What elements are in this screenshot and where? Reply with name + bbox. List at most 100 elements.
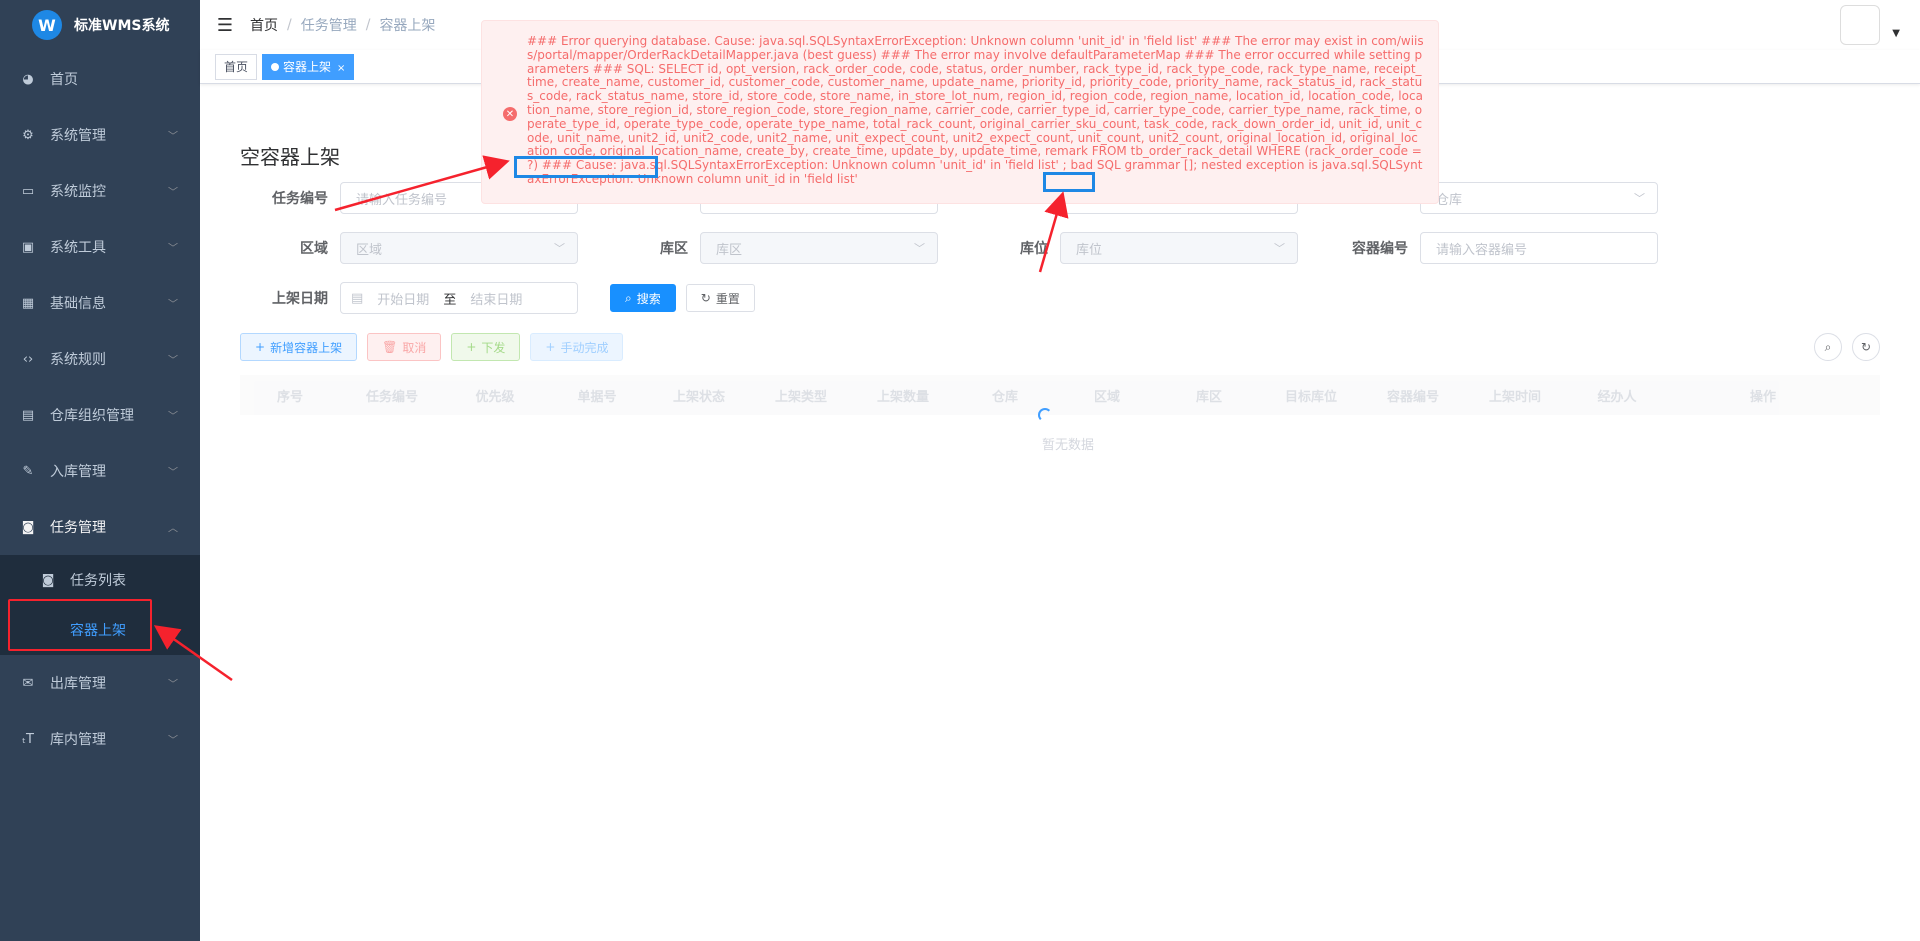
breadcrumb-item: 任务管理 xyxy=(300,18,357,34)
error-column-name: unit_id xyxy=(745,171,786,186)
date-range-picker[interactable]: ▤ 开始日期 至 结束日期 xyxy=(340,282,578,314)
chevron-down-icon: ﹀ xyxy=(168,467,178,479)
sidebar-item-label: 系统规则 xyxy=(50,352,106,368)
task-no-label: 任务编号 xyxy=(272,191,328,207)
manual-complete-button-label: 手动完成 xyxy=(560,340,609,355)
close-icon[interactable]: × xyxy=(337,63,345,74)
tab-home[interactable]: 首页 xyxy=(215,53,258,80)
column-header: 单据号 xyxy=(577,389,617,405)
sidebar-item-system-rules[interactable]: ‹› 系统规则 ﹀ xyxy=(0,331,200,387)
sidebar-item-label: 出库管理 xyxy=(50,676,106,692)
cancel-button-label: 取消 xyxy=(402,340,427,355)
warehouse-select[interactable]: 仓库 ﹀ xyxy=(1420,182,1658,214)
toggle-search-button[interactable]: ⌕ xyxy=(1814,333,1842,361)
page-title: 空容器上架 xyxy=(240,145,340,169)
sidebar-subitem-task-list[interactable]: ◙ 任务列表 xyxy=(0,555,200,605)
region-select[interactable]: 区域 ﹀ xyxy=(340,232,578,264)
search-form-row-2: 区域 区域 ﹀ 库区 库区 ﹀ 库位 库位 ﹀ 容器编号 请输入容器编号 xyxy=(240,232,1680,264)
region-label: 区域 xyxy=(300,241,328,257)
zone-placeholder: 库区 xyxy=(716,242,743,258)
task-icon: ◙ xyxy=(21,519,35,535)
search-button[interactable]: ⌕ 搜索 xyxy=(610,284,676,312)
column-header: 目标库位 xyxy=(1284,389,1337,405)
end-date-placeholder[interactable]: 结束日期 xyxy=(470,289,522,308)
column-header: 优先级 xyxy=(475,389,515,405)
location-select[interactable]: 库位 ﹀ xyxy=(1060,232,1298,264)
plus-icon: + xyxy=(545,340,556,354)
sidebar-item-basic-info[interactable]: ▦ 基础信息 ﹀ xyxy=(0,275,200,331)
add-button[interactable]: + 新增容器上架 xyxy=(240,333,358,361)
toolbox-icon: ▣ xyxy=(21,239,35,255)
error-circle-icon: ✕ xyxy=(503,107,517,121)
start-date-placeholder[interactable]: 开始日期 xyxy=(377,289,429,308)
sidebar-item-outbound[interactable]: ✉ 出库管理 ﹀ xyxy=(0,655,200,711)
trash-icon: 🗑 xyxy=(382,340,398,354)
dispatch-button-label: 下发 xyxy=(481,340,506,355)
add-button-label: 新增容器上架 xyxy=(270,340,343,355)
breadcrumb-separator: / xyxy=(365,17,371,33)
cancel-button[interactable]: 🗑 取消 xyxy=(367,333,442,361)
annotation-box-column-name xyxy=(1043,172,1095,192)
hamburger-icon[interactable]: ☰ xyxy=(200,15,250,36)
dispatch-button[interactable]: + 下发 xyxy=(451,333,521,361)
active-dot-icon xyxy=(271,62,280,71)
reset-button-label: 重置 xyxy=(715,291,740,306)
chevron-down-icon: ﹀ xyxy=(914,242,925,255)
task-list-icon: ◙ xyxy=(41,572,55,588)
chevron-down-icon: ﹀ xyxy=(168,679,178,691)
chevron-down-icon: ﹀ xyxy=(1274,242,1285,255)
plus-icon: + xyxy=(255,340,266,354)
chevron-down-icon: ﹀ xyxy=(168,243,178,255)
sidebar-item-system-monitor[interactable]: ▭ 系统监控 ﹀ xyxy=(0,163,200,219)
sidebar: W 标准WMS系统 ◕ 首页 ⚙ 系统管理 ﹀ ▭ 系统监控 ﹀ ▣ 系统工具 … xyxy=(0,0,200,941)
annotation-box-active-menu xyxy=(8,599,152,651)
sidebar-item-label: 首页 xyxy=(50,72,78,88)
toolbar: + 新增容器上架 🗑 取消 + 下发 + 手动完成 xyxy=(240,333,633,361)
zone-label: 库区 xyxy=(660,241,688,257)
annotation-box-table-name xyxy=(514,156,658,178)
sidebar-item-task-management[interactable]: ◙ 任务管理 ︿ xyxy=(0,499,200,555)
column-header: 任务编号 xyxy=(365,389,418,405)
search-form-row-3: 上架日期 ▤ 开始日期 至 结束日期 ⌕ 搜索 ↻ 重置 xyxy=(240,282,765,314)
container-no-label: 容器编号 xyxy=(1352,241,1408,257)
tab-container-shelving[interactable]: 容器上架 × xyxy=(262,53,355,80)
sidebar-item-warehouse-org[interactable]: ▤ 仓库组织管理 ﹀ xyxy=(0,387,200,443)
monitor-icon: ▭ xyxy=(21,183,35,199)
sidebar-item-label: 系统管理 xyxy=(50,128,106,144)
chevron-down-icon: ﹀ xyxy=(168,299,178,311)
column-header: 上架类型 xyxy=(774,389,827,405)
column-header: 上架状态 xyxy=(672,389,725,405)
sidebar-item-system-tools[interactable]: ▣ 系统工具 ﹀ xyxy=(0,219,200,275)
chevron-down-icon: ﹀ xyxy=(168,355,178,367)
table-empty-text: 暂无数据 xyxy=(1042,438,1095,453)
error-text-part: in 'field list' xyxy=(785,171,858,186)
refresh-button[interactable]: ↻ xyxy=(1852,333,1880,361)
app-logo[interactable]: W 标准WMS系统 xyxy=(0,0,200,50)
caret-down-icon[interactable]: ▼ xyxy=(1892,28,1900,39)
search-icon: ⌕ xyxy=(625,290,632,305)
zone-select[interactable]: 库区 ﹀ xyxy=(700,232,938,264)
calendar-icon: ▤ xyxy=(351,290,364,306)
chevron-down-icon: ﹀ xyxy=(168,131,178,143)
sidebar-item-in-warehouse[interactable]: ₜT 库内管理 ﹀ xyxy=(0,711,200,767)
container-no-input[interactable]: 请输入容器编号 xyxy=(1420,232,1658,264)
manual-complete-button[interactable]: + 手动完成 xyxy=(530,333,624,361)
location-label: 库位 xyxy=(1020,241,1048,257)
sidebar-item-label: 仓库组织管理 xyxy=(50,408,134,424)
outbox-icon: ✉ xyxy=(22,675,34,691)
column-header: 上架时间 xyxy=(1488,389,1541,405)
sidebar-item-system-management[interactable]: ⚙ 系统管理 ﹀ xyxy=(0,107,200,163)
chevron-up-icon: ︿ xyxy=(168,523,178,535)
column-header: 上架数量 xyxy=(876,389,929,405)
gear-icon: ⚙ xyxy=(22,127,34,143)
sidebar-item-inbound[interactable]: ✎ 入库管理 ﹀ xyxy=(0,443,200,499)
app-title: 标准WMS系统 xyxy=(74,18,170,34)
reset-button[interactable]: ↻ 重置 xyxy=(685,284,755,312)
column-header: 经办人 xyxy=(1597,389,1637,405)
breadcrumb-separator: / xyxy=(287,17,292,33)
avatar[interactable] xyxy=(1840,5,1880,45)
sidebar-item-home[interactable]: ◕ 首页 xyxy=(0,51,200,107)
breadcrumb-item[interactable]: 首页 xyxy=(250,15,278,35)
column-header: 区域 xyxy=(1093,389,1120,405)
error-text: ### Error querying database. Cause: java… xyxy=(527,34,1424,187)
